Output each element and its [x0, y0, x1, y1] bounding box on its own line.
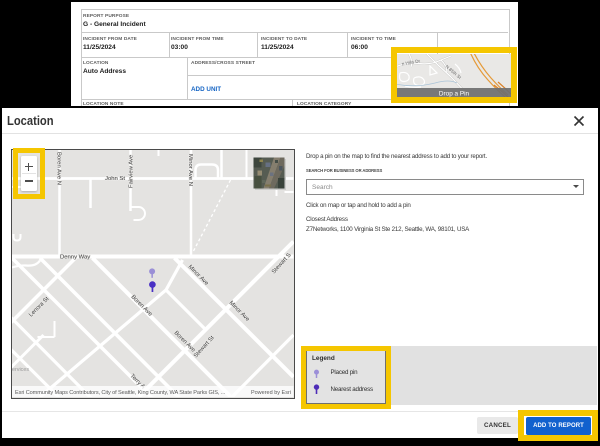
svg-text:ervices: ervices — [12, 367, 29, 373]
svg-text:Denny Way: Denny Way — [60, 255, 90, 261]
svg-text:Esri Community Maps Contributo: Esri Community Maps Contributors, City o… — [15, 390, 226, 396]
svg-text:John St: John St — [105, 176, 125, 182]
svg-text:Fairview Ave: Fairview Ave — [129, 154, 135, 188]
svg-text:Boren Ave N: Boren Ave N — [55, 152, 61, 185]
svg-text:Minor Ave N: Minor Ave N — [187, 154, 193, 186]
svg-text:Powered by Esri: Powered by Esri — [251, 390, 291, 396]
